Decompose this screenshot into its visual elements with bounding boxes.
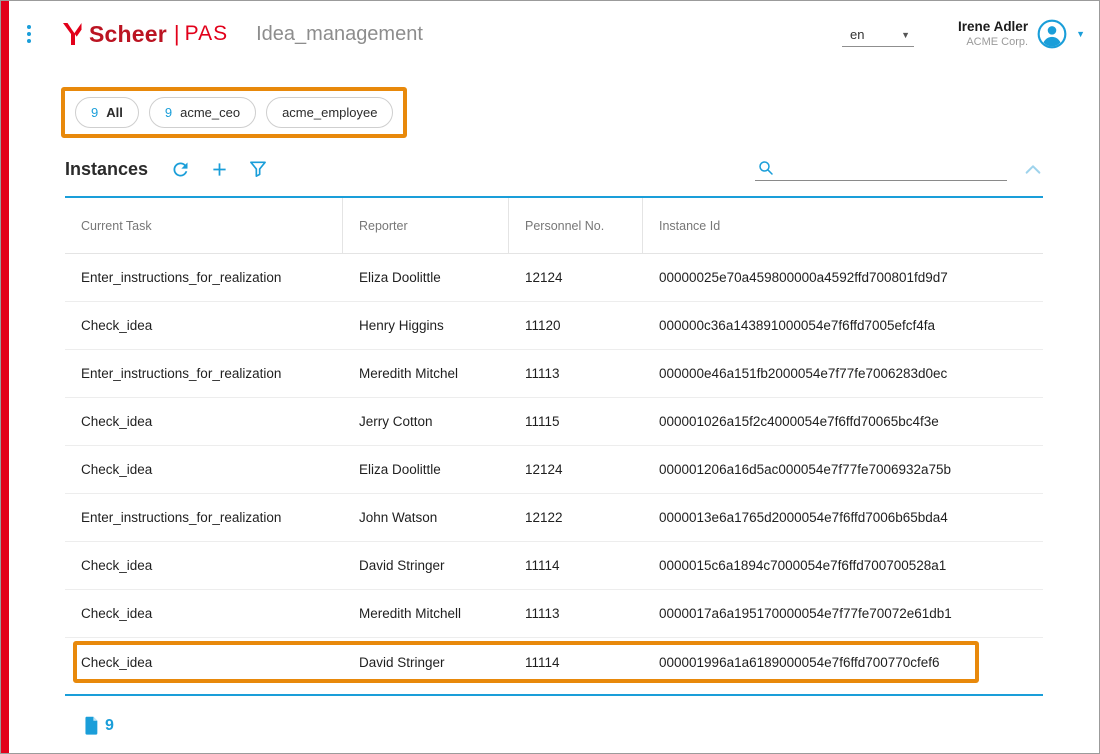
cell-personnel-no: 11113 [509, 590, 643, 637]
cell-reporter: John Watson [343, 494, 509, 541]
cell-instance-id: 00000025e70a459800000a4592ffd700801fd9d7 [643, 254, 1043, 301]
table-row[interactable]: Enter_instructions_for_realization Eliza… [65, 254, 1043, 302]
cell-current-task: Enter_instructions_for_realization [65, 494, 343, 541]
cell-current-task: Check_idea [65, 446, 343, 493]
table-bottom-divider [65, 694, 1043, 696]
cell-instance-id: 0000015c6a1894c7000054e7f6ffd700700528a1 [643, 542, 1043, 589]
dropdown-caret-icon: ▼ [901, 30, 910, 40]
table-row[interactable]: Check_idea David Stringer 11114 00000199… [65, 638, 1043, 686]
cell-current-task: Enter_instructions_for_realization [65, 350, 343, 397]
top-bar: Scheer | PAS Idea_management en ▼ Irene … [9, 1, 1099, 59]
table-row[interactable]: Check_idea Meredith Mitchell 11113 00000… [65, 590, 1043, 638]
chip-label: acme_ceo [180, 105, 240, 120]
user-caret-icon: ▼ [1076, 29, 1085, 39]
cell-instance-id: 000001026a15f2c4000054e7f6ffd70065bc4f3e [643, 398, 1043, 445]
cell-current-task: Check_idea [65, 590, 343, 637]
annotation-highlight-filters: 9 All 9 acme_ceo acme_employee [61, 87, 407, 138]
instances-toolbar: Instances [65, 154, 1043, 184]
brand-accent-strip [1, 1, 9, 753]
brand-scheer-text: Scheer [89, 21, 167, 48]
filter-chips: 9 All 9 acme_ceo acme_employee [75, 97, 393, 128]
refresh-button[interactable] [170, 159, 191, 180]
cell-instance-id: 000001206a16d5ac000054e7f77fe7006932a75b [643, 446, 1043, 493]
cell-current-task: Check_idea [65, 638, 343, 686]
chip-count: 9 [165, 105, 172, 120]
scheer-logo-mark-icon [61, 21, 83, 47]
table-header-row: Current TaskReporterPersonnel No.Instanc… [65, 198, 1043, 254]
cell-instance-id: 000000e46a151fb2000054e7f77fe7006283d0ec [643, 350, 1043, 397]
search-field[interactable] [755, 157, 1007, 181]
cell-reporter: Jerry Cotton [343, 398, 509, 445]
user-avatar-icon [1036, 18, 1068, 50]
cell-current-task: Check_idea [65, 302, 343, 349]
language-select[interactable]: en ▼ [842, 25, 914, 47]
table-row[interactable]: Check_idea Jerry Cotton 11115 000001026a… [65, 398, 1043, 446]
search-input[interactable] [781, 161, 1005, 176]
table-row[interactable]: Check_idea David Stringer 11114 0000015c… [65, 542, 1043, 590]
brand-separator: | [174, 21, 180, 47]
table-footer: 9 [83, 716, 1099, 735]
cell-instance-id: 0000017a6a195170000054e7f77fe70072e61db1 [643, 590, 1043, 637]
table-row[interactable]: Check_idea Henry Higgins 11120 000000c36… [65, 302, 1043, 350]
cell-current-task: Enter_instructions_for_realization [65, 254, 343, 301]
cell-personnel-no: 11114 [509, 638, 643, 686]
instances-table-body: Enter_instructions_for_realization Eliza… [65, 254, 1043, 686]
cell-reporter: Meredith Mitchel [343, 350, 509, 397]
cell-personnel-no: 11114 [509, 542, 643, 589]
chip-label: All [106, 105, 123, 120]
brand-pas-text: PAS [185, 22, 228, 46]
cell-reporter: Eliza Doolittle [343, 254, 509, 301]
table-row[interactable]: Check_idea Eliza Doolittle 12124 0000012… [65, 446, 1043, 494]
app-window: Scheer | PAS Idea_management en ▼ Irene … [0, 0, 1100, 754]
cell-reporter: Eliza Doolittle [343, 446, 509, 493]
user-organization: ACME Corp. [958, 36, 1028, 50]
cell-current-task: Check_idea [65, 398, 343, 445]
cell-current-task: Check_idea [65, 542, 343, 589]
column-header[interactable]: Instance Id [643, 198, 1043, 253]
column-header[interactable]: Personnel No. [509, 198, 643, 253]
chip-label: acme_employee [282, 105, 377, 120]
cell-personnel-no: 12124 [509, 446, 643, 493]
language-value: en [850, 27, 864, 42]
table-row[interactable]: Enter_instructions_for_realization Mered… [65, 350, 1043, 398]
menu-kebab-icon[interactable] [19, 17, 39, 51]
cell-reporter: David Stringer [343, 542, 509, 589]
cell-instance-id: 000000c36a143891000054e7f6ffd7005efcf4fa [643, 302, 1043, 349]
instance-count: 9 [105, 717, 114, 735]
filter-button[interactable] [248, 159, 268, 179]
add-instance-button[interactable] [209, 159, 230, 180]
user-menu[interactable]: Irene Adler ACME Corp. ▼ [958, 18, 1085, 50]
cell-instance-id: 0000013e6a1765d2000054e7f6ffd7006b65bda4 [643, 494, 1043, 541]
column-header[interactable]: Current Task [65, 198, 343, 253]
cell-reporter: David Stringer [343, 638, 509, 686]
user-name: Irene Adler [958, 19, 1028, 36]
filter-chip[interactable]: 9 acme_ceo [149, 97, 256, 128]
cell-personnel-no: 11113 [509, 350, 643, 397]
search-icon [757, 159, 775, 177]
instances-title: Instances [65, 159, 148, 180]
cell-personnel-no: 12122 [509, 494, 643, 541]
cell-reporter: Meredith Mitchell [343, 590, 509, 637]
collapse-chevron-up-icon[interactable] [1023, 161, 1043, 177]
app-title: Idea_management [256, 23, 423, 46]
chip-count: 9 [91, 105, 98, 120]
document-icon [83, 716, 99, 735]
filter-chip[interactable]: 9 All [75, 97, 139, 128]
instances-table: Current TaskReporterPersonnel No.Instanc… [65, 196, 1043, 686]
cell-personnel-no: 11120 [509, 302, 643, 349]
filter-chip[interactable]: acme_employee [266, 97, 393, 128]
cell-personnel-no: 11115 [509, 398, 643, 445]
cell-reporter: Henry Higgins [343, 302, 509, 349]
scheer-pas-logo: Scheer | PAS [61, 21, 228, 48]
user-info: Irene Adler ACME Corp. [958, 19, 1028, 50]
app-content: Scheer | PAS Idea_management en ▼ Irene … [9, 1, 1099, 753]
column-header[interactable]: Reporter [343, 198, 509, 253]
cell-instance-id: 000001996a1a6189000054e7f6ffd700770cfef6 [643, 638, 1043, 686]
table-row[interactable]: Enter_instructions_for_realization John … [65, 494, 1043, 542]
cell-personnel-no: 12124 [509, 254, 643, 301]
